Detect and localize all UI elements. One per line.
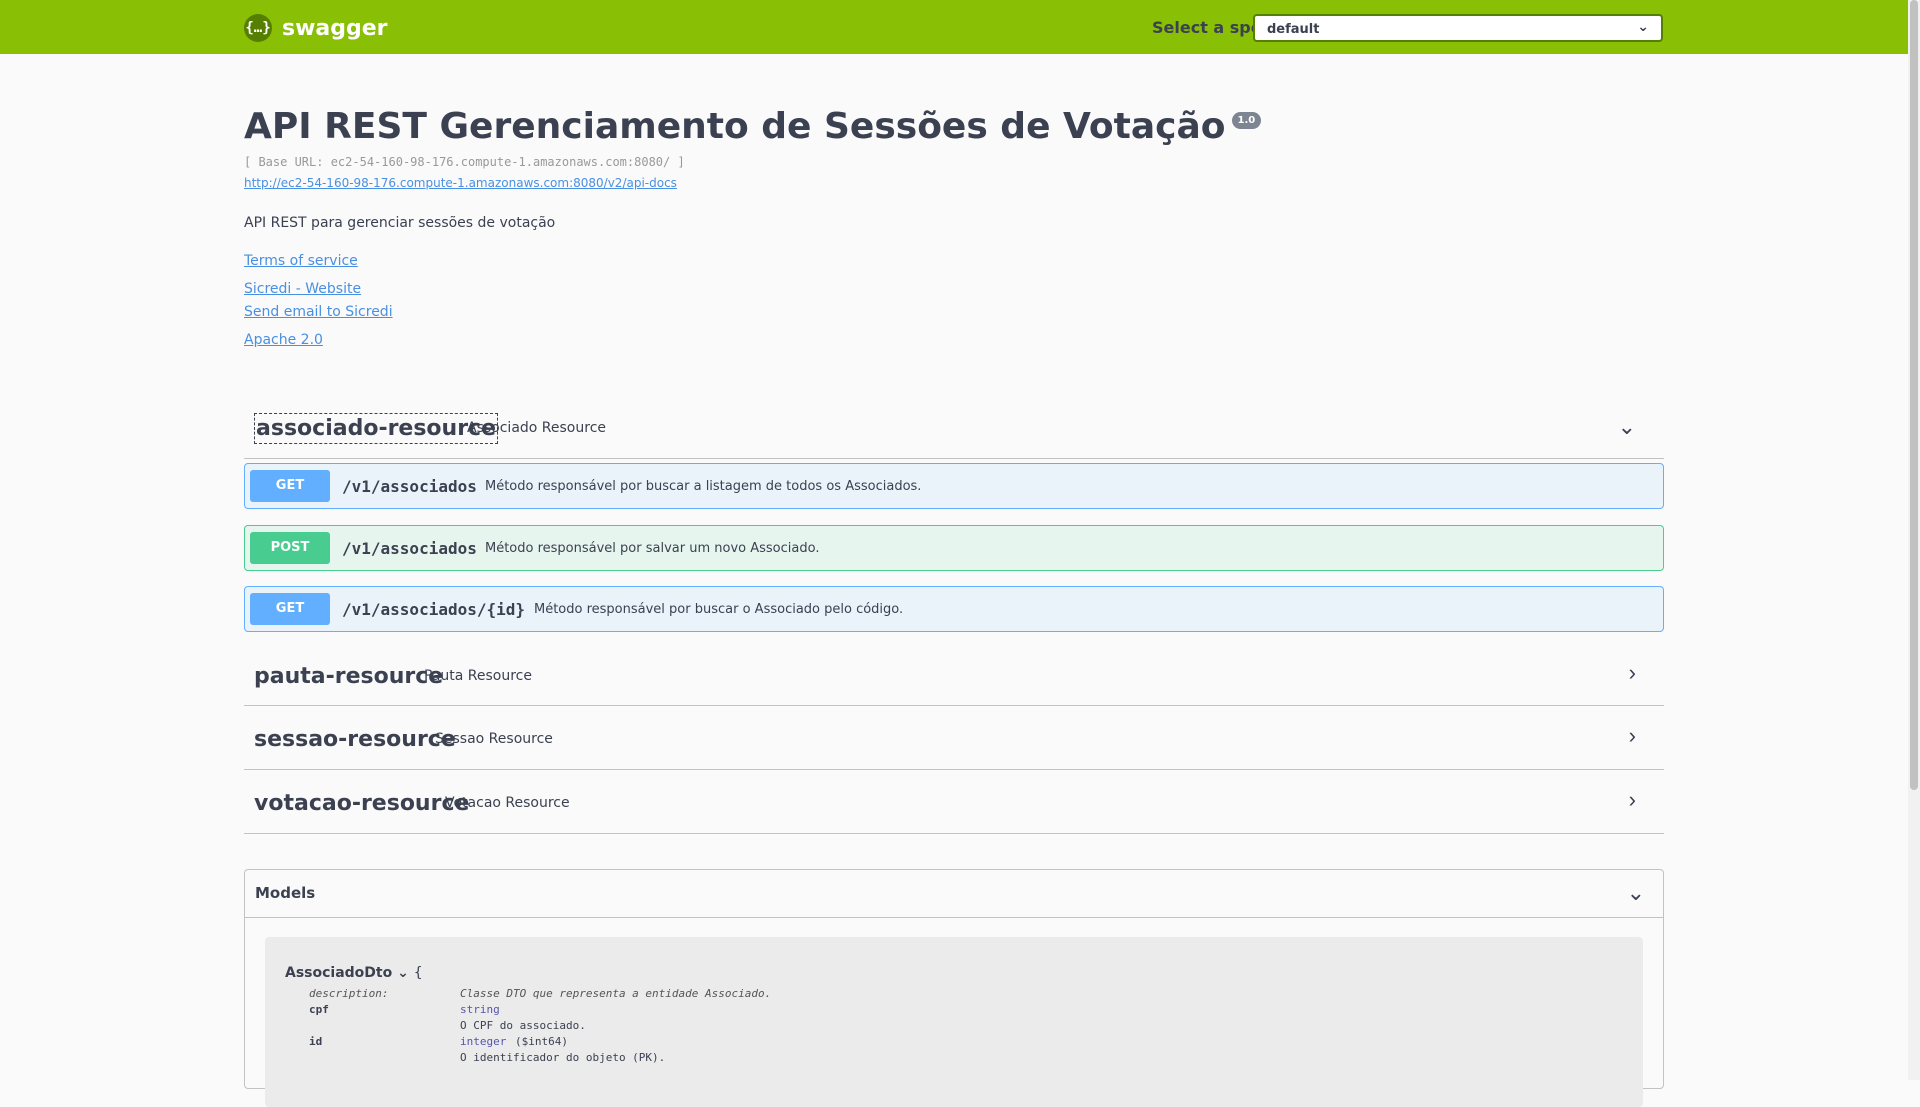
spec-select[interactable]: default ⌄: [1253, 14, 1663, 42]
tag-name: votacao-resource: [254, 791, 470, 816]
swagger-logo-icon: {…}: [244, 14, 272, 42]
vertical-scrollbar[interactable]: [1908, 0, 1920, 1080]
base-url: [ Base URL: ec2-54-160-98-176.compute-1.…: [244, 155, 685, 169]
license-link[interactable]: Apache 2.0: [244, 332, 323, 348]
method-badge: POST: [250, 532, 330, 564]
model-associadodto: AssociadoDto ⌄ { description: Classe DTO…: [265, 937, 1643, 1107]
website-link[interactable]: Sicredi - Website: [244, 281, 361, 297]
operation-path: /v1/associados: [342, 477, 477, 496]
operation-summary: Método responsável por buscar a listagem…: [485, 479, 922, 494]
tag-name: sessao-resource: [254, 727, 456, 752]
chevron-down-icon: ⌄: [1637, 19, 1649, 35]
field-description: O CPF do associado.: [460, 1019, 586, 1032]
tag-description: Pauta Resource: [424, 668, 532, 684]
field-type: integer: [460, 1035, 507, 1048]
tag-description: Associado Resource: [467, 420, 607, 436]
operation-path: /v1/associados: [342, 539, 477, 558]
tag-description: Sessao Resource: [435, 731, 553, 747]
operation-summary: Método responsável por buscar o Associad…: [534, 602, 904, 617]
top-bar: {…} swagger Select a spec default ⌄: [0, 0, 1908, 54]
operation-post-associados[interactable]: POST /v1/associados Método responsável p…: [244, 525, 1664, 571]
field-description: O identificador do objeto (PK).: [460, 1051, 666, 1064]
tag-name: pauta-resource: [254, 664, 444, 689]
tag-votacao-resource[interactable]: votacao-resource Votacao Resource ›: [244, 769, 1664, 834]
tag-name: associado-resource: [254, 413, 499, 444]
email-link[interactable]: Send email to Sicredi: [244, 304, 393, 320]
operation-summary: Método responsável por salvar um novo As…: [485, 541, 820, 556]
spec-select-value: default: [1267, 22, 1320, 37]
model-name-toggle[interactable]: AssociadoDto ⌄ {: [285, 965, 423, 981]
operation-get-associado-by-id[interactable]: GET /v1/associados/{id} Método responsáv…: [244, 586, 1664, 632]
api-title: API REST Gerenciamento de Sessões de Vot…: [244, 106, 1262, 147]
api-docs-link[interactable]: http://ec2-54-160-98-176.compute-1.amazo…: [244, 176, 677, 190]
method-badge: GET: [250, 470, 330, 502]
model-name: AssociadoDto: [285, 965, 393, 981]
tag-description: Votacao Resource: [445, 795, 570, 811]
model-description-key: description:: [309, 987, 389, 1000]
chevron-right-icon[interactable]: ›: [1629, 787, 1636, 813]
swagger-logo[interactable]: {…} swagger: [244, 14, 388, 42]
chevron-down-icon[interactable]: ⌄: [1627, 880, 1645, 906]
api-title-text: API REST Gerenciamento de Sessões de Vot…: [244, 106, 1226, 147]
terms-of-service-link[interactable]: Terms of service: [244, 253, 358, 269]
tag-pauta-resource[interactable]: pauta-resource Pauta Resource ›: [244, 642, 1664, 706]
tag-associado-resource[interactable]: associado-resource Associado Resource ⌄: [244, 404, 1664, 459]
version-badge: 1.0: [1231, 112, 1262, 129]
operation-get-associados[interactable]: GET /v1/associados Método responsável po…: [244, 463, 1664, 509]
models-header[interactable]: Models ⌄: [245, 870, 1663, 918]
api-description: API REST para gerenciar sessões de votaç…: [244, 215, 556, 231]
model-open-brace: {: [413, 965, 423, 981]
logo-text: swagger: [282, 15, 388, 41]
tag-sessao-resource[interactable]: sessao-resource Sessao Resource ›: [244, 705, 1664, 770]
chevron-down-icon: ⌄: [397, 965, 409, 981]
field-name: id: [309, 1035, 323, 1048]
method-badge: GET: [250, 593, 330, 625]
field-name: cpf: [309, 1003, 329, 1016]
chevron-right-icon[interactable]: ›: [1629, 723, 1636, 749]
field-type: string: [460, 1003, 500, 1016]
chevron-down-icon[interactable]: ⌄: [1618, 414, 1636, 440]
chevron-right-icon[interactable]: ›: [1629, 660, 1636, 686]
models-title: Models: [255, 884, 316, 902]
scrollbar-thumb[interactable]: [1910, 0, 1918, 790]
models-section: Models ⌄ AssociadoDto ⌄ { description: C…: [244, 869, 1664, 1107]
field-format: ($int64): [515, 1035, 568, 1048]
model-description-value: Classe DTO que representa a entidade Ass…: [460, 987, 772, 1000]
operation-path: /v1/associados/{id}: [342, 600, 526, 619]
